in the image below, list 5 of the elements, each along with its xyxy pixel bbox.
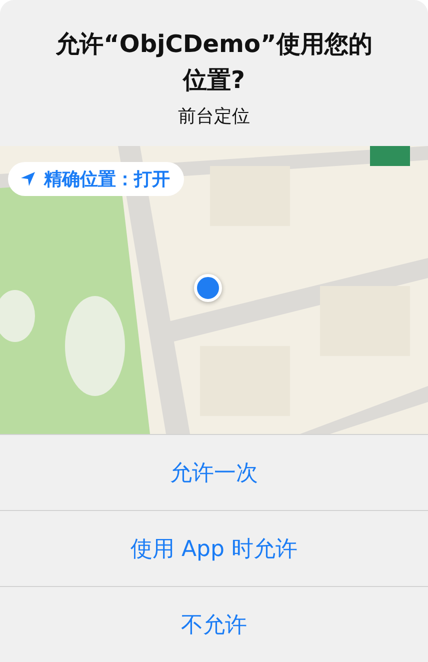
alert-subtitle: 前台定位 bbox=[178, 105, 250, 128]
precise-location-toggle[interactable]: 精确位置：打开 bbox=[8, 162, 184, 196]
precise-location-label: 精确位置：打开 bbox=[44, 168, 170, 191]
alert-title: 允许“ObjCDemo”使用您的位置? bbox=[54, 29, 374, 96]
location-arrow-icon bbox=[20, 171, 36, 187]
